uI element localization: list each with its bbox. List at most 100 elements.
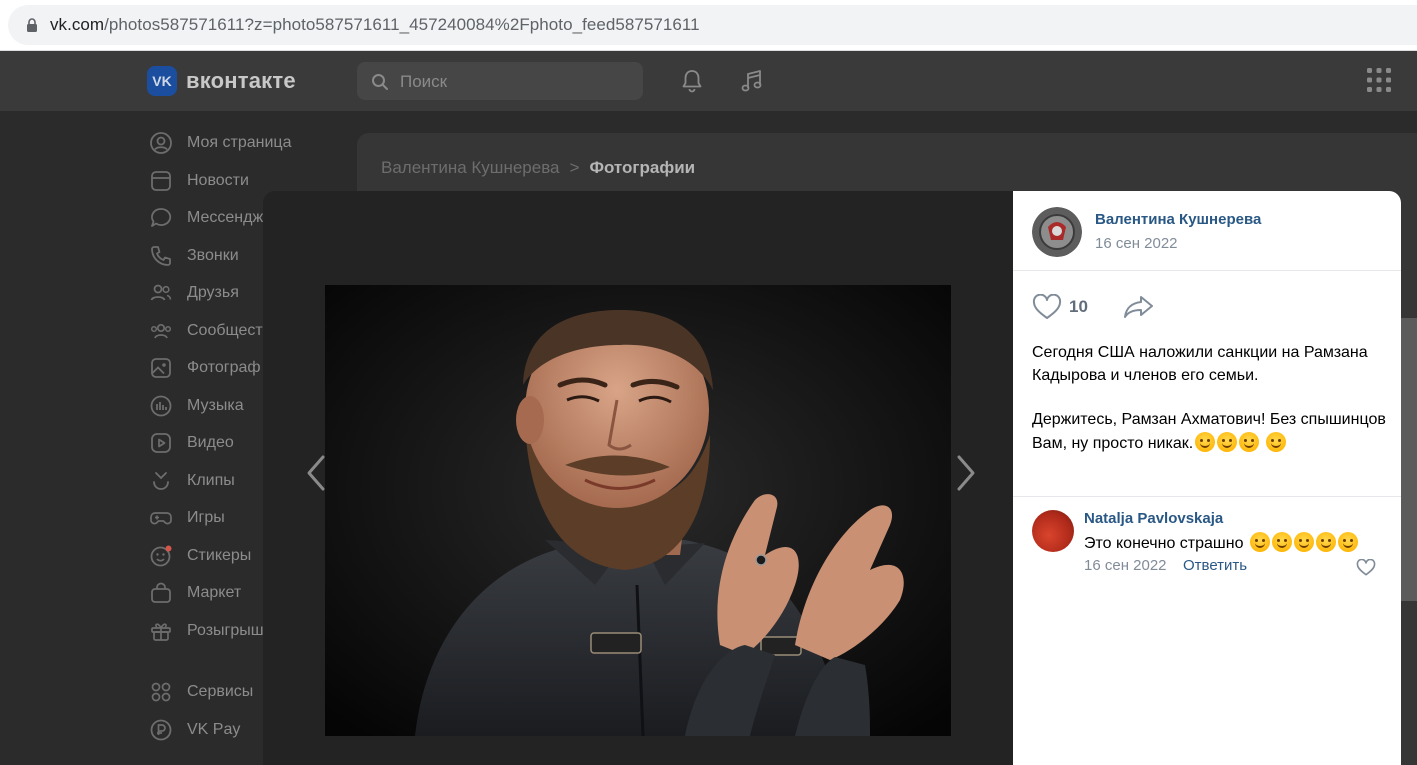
sidebar-item-label: Фотограф [187,359,261,376]
communities-icon [148,318,174,344]
comment-author-avatar[interactable] [1032,510,1074,552]
rofl-emoji-icon [1271,532,1292,552]
post-text-paragraph-2: Держитесь, Рамзан Ахматович! Без спышинц… [1032,409,1388,455]
photo-illustration [325,285,951,736]
phone-icon [148,243,174,269]
author-avatar[interactable] [1032,207,1082,257]
photo-viewer [263,191,1013,765]
sidebar-item-label: Друзья [187,284,239,301]
search-input[interactable]: Поиск [357,62,643,100]
sidebar-item-news[interactable]: Новости [148,166,249,196]
friends-icon [148,280,174,306]
music-icon [148,393,174,419]
vkpay-icon [148,717,174,743]
address-bar[interactable]: vk.com/photos587571611?z=photo587571611_… [8,5,1417,45]
lock-icon[interactable] [26,18,38,32]
sidebar-item-vkpay[interactable]: VK Pay [148,715,240,745]
post-date[interactable]: 16 сен 2022 [1095,235,1178,252]
sidebar-item-label: Музыка [187,397,244,414]
previous-photo-icon[interactable] [303,453,331,493]
sidebar-item-label: Игры [187,509,225,526]
sidebar-item-clips[interactable]: Клипы [148,466,235,496]
comment-text: Это конечно страшно [1084,532,1358,553]
vk-logo[interactable]: VK вконтакте [147,66,296,96]
browser-toolbar: vk.com/photos587571611?z=photo587571611_… [0,0,1417,51]
breadcrumb-separator: > [569,158,580,177]
share-icon[interactable] [1123,294,1155,320]
messenger-icon [148,205,174,231]
sidebar-item-label: VK Pay [187,721,241,738]
breadcrumb-owner-link[interactable]: Валентина Кушнерева [381,158,560,178]
bell-icon[interactable] [679,68,705,94]
sidebar-item-label: Звонки [187,247,239,264]
divider [1013,496,1401,497]
market-icon [148,580,174,606]
sidebar-item-services[interactable]: Сервисы [148,677,253,707]
sidebar-item-messenger[interactable]: Мессендж [148,203,263,233]
sidebar-item-label: Маркет [187,584,242,601]
photo-info-panel: Валентина Кушнерева 16 сен 2022 10 Сегод… [1013,191,1401,765]
post-text-paragraph: Сегодня США наложили санкции на Рамзана … [1032,344,1368,384]
services-icon [148,679,174,705]
vk-logo-text: вконтакте [186,68,296,93]
post-text: Сегодня США наложили санкции на Рамзана … [1032,342,1388,455]
breadcrumb: Валентина Кушнерева > Фотографии [381,158,695,178]
heart-icon[interactable] [1032,294,1062,320]
sweat-smile-emoji-icon [1265,431,1286,452]
sidebar-item-friends[interactable]: Друзья [148,278,239,308]
sidebar-item-label: Сообщест [187,322,263,339]
comment-author-link[interactable]: Natalja Pavlovskaja [1084,510,1223,527]
sidebar-item-photos[interactable]: Фотограф [148,353,261,383]
search-placeholder: Поиск [400,72,448,91]
url-path: /photos587571611?z=photo587571611_457240… [104,15,700,34]
sidebar-item-games[interactable]: Игры [148,503,225,533]
sidebar-item-communities[interactable]: Сообщест [148,316,263,346]
sidebar-item-music[interactable]: Музыка [148,391,244,421]
search-icon [372,74,388,90]
music-icon[interactable] [739,68,765,94]
sidebar-item-label: Сервисы [187,683,254,700]
winking-emoji-icon [1195,431,1216,452]
profile-icon [148,130,174,156]
sidebar-item-label: Стикеры [187,547,252,564]
gifts-icon [148,618,174,644]
video-icon [148,430,174,456]
like-count[interactable]: 10 [1069,297,1088,317]
post-author-link[interactable]: Валентина Кушнерева [1095,211,1261,228]
sidebar-item-label: Новости [187,172,249,189]
sidebar-item-label: Мессендж [187,209,264,226]
sidebar-item-label: Клипы [187,472,235,489]
sweat-smile-emoji-icon [1239,431,1260,452]
background-content-sliver [1401,318,1417,601]
stickers-icon [148,543,174,569]
sidebar-item-label: Розыгрыш [187,622,264,639]
comment-heart-icon[interactable] [1356,559,1376,576]
sidebar-item-market[interactable]: Маркет [148,578,241,608]
clips-icon [148,468,174,494]
comment-text-body: Это конечно страшно [1084,535,1244,552]
sidebar-item-stickers[interactable]: Стикеры [148,541,251,571]
sidebar-item-my-page[interactable]: Моя страница [148,128,291,158]
rofl-emoji-icon [1315,532,1336,552]
comment-date[interactable]: 16 сен 2022 [1084,557,1167,574]
sidebar-item-label: Моя страница [187,134,292,151]
url-text[interactable]: vk.com/photos587571611?z=photo587571611_… [50,15,700,35]
photo-image[interactable] [325,285,951,736]
games-icon [148,505,174,531]
sidebar-item-calls[interactable]: Звонки [148,241,239,271]
next-photo-icon[interactable] [951,453,979,493]
sidebar-item-label: Видео [187,434,234,451]
reply-button[interactable]: Ответить [1183,557,1247,574]
rofl-emoji-icon [1337,532,1358,552]
apps-grid-icon[interactable] [1367,68,1391,92]
url-host: vk.com [50,15,105,34]
rofl-emoji-icon [1293,532,1314,552]
rofl-emoji-icon [1249,532,1270,552]
sweat-smile-emoji-icon [1217,431,1238,452]
news-icon [148,168,174,194]
divider [1013,270,1401,271]
vk-header: VK вконтакте Поиск [0,51,1417,111]
sidebar-item-video[interactable]: Видео [148,428,234,458]
vk-logo-badge: VK [147,66,177,96]
sidebar-item-gifts[interactable]: Розыгрыш [148,616,264,646]
